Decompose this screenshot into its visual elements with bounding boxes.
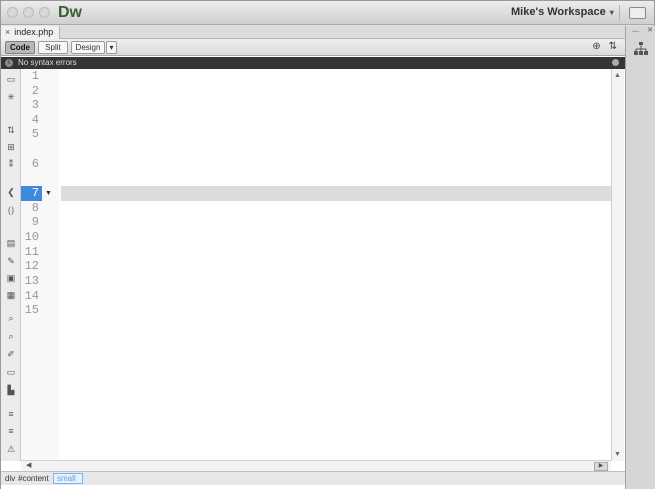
vertical-scrollbar[interactable]: ▲ ▼	[611, 69, 624, 461]
site-tree-icon[interactable]	[633, 42, 649, 56]
close-window-button[interactable]	[7, 7, 18, 18]
chevron-down-icon: ▾	[609, 8, 614, 17]
line-number: 5	[31, 127, 39, 141]
dreamweaver-window: Dw Mike's Workspace ▾ ▪▪▪▪ ✕ × index.php C…	[0, 0, 655, 489]
inspect-icon[interactable]: ⊕	[592, 41, 600, 52]
tab-close-icon[interactable]: ×	[5, 27, 10, 37]
collapse-selection-icon[interactable]: ⇅	[5, 124, 17, 136]
line-number: 12	[24, 259, 39, 273]
code-editor[interactable]	[61, 69, 614, 461]
wrap-tag-icon[interactable]: ⌕	[5, 330, 17, 342]
scroll-right-icon[interactable]: ▶	[594, 462, 608, 471]
syntax-error-icon[interactable]: ✎	[5, 255, 17, 267]
document-window: × index.php Code Split Design ▾ ⊕ ⇅ i No …	[1, 26, 625, 489]
title-divider	[619, 5, 620, 21]
format-source-icon[interactable]: ⚠	[5, 443, 17, 455]
tag-selector-small[interactable]: small	[53, 473, 83, 484]
document-toolbar: Code Split Design ▾ ⊕ ⇅	[1, 39, 625, 56]
fold-toggle-icon[interactable]: ▼	[45, 186, 52, 201]
right-panel-dock: ▪▪▪▪ ✕	[625, 26, 655, 489]
document-tab[interactable]: × index.php	[1, 26, 61, 39]
open-documents-icon[interactable]: ▭	[5, 73, 17, 85]
panel-close-icon[interactable]: ✕	[647, 26, 653, 34]
split-view-button[interactable]: Split	[38, 41, 68, 54]
toolbar-right-icons: ⊕ ⇅	[592, 41, 617, 52]
scroll-left-icon[interactable]: ◀	[26, 461, 31, 469]
line-number: 9	[31, 215, 39, 229]
sort-icon[interactable]: ⇅	[609, 41, 617, 52]
line-number: 13	[24, 274, 39, 288]
zoom-window-button[interactable]	[39, 7, 50, 18]
current-line-highlight	[61, 186, 614, 201]
line-number: 6	[31, 157, 39, 171]
view-dropdown-button[interactable]: ▾	[106, 41, 117, 54]
recent-snippets-icon[interactable]: ✐	[5, 348, 17, 360]
collapse-tag-icon[interactable]: ✳	[5, 91, 17, 103]
coding-toolbar: ▭ ✳ ⇅ ⊞ ⁑ ❮ ⟮⟯ ▤ ✎ ▣ ▦ ⌕ ⌕ ✐ ▭ ▙ ≡ ≡ ⚠	[1, 69, 21, 461]
minimize-window-button[interactable]	[23, 7, 34, 18]
line-number: 11	[24, 245, 39, 259]
line-number: 3	[31, 98, 39, 112]
syntax-status-bar: i No syntax errors	[1, 57, 625, 69]
line-numbers-icon[interactable]: ⟮⟯	[5, 204, 17, 216]
tag-selector-content[interactable]: #content	[18, 472, 49, 485]
workspace-switcher[interactable]: Mike's Workspace ▾	[511, 6, 614, 18]
info-icon: i	[5, 59, 13, 67]
line-number: 4	[31, 113, 39, 127]
status-close-icon[interactable]	[612, 59, 619, 66]
scroll-down-icon[interactable]: ▼	[614, 451, 621, 458]
line-number: 14	[24, 289, 39, 303]
move-css-icon[interactable]: ▭	[5, 366, 17, 378]
line-number: 2	[31, 84, 39, 98]
apply-comment-icon[interactable]: ▦	[5, 289, 17, 301]
code-view-button[interactable]: Code	[5, 41, 35, 54]
app-logo: Dw	[58, 4, 82, 21]
document-tab-bar: × index.php	[1, 26, 625, 39]
horizontal-scrollbar[interactable]: ◀ ▶	[21, 460, 611, 471]
tag-selector-bar: div #content small	[1, 471, 625, 485]
window-controls	[7, 7, 50, 18]
syntax-status-text: No syntax errors	[18, 58, 77, 67]
tab-filename: index.php	[14, 27, 54, 37]
line-number: 8	[31, 201, 39, 215]
expand-all-icon[interactable]: ⊞	[5, 141, 17, 153]
line-number: 15	[24, 303, 39, 317]
panel-toggle-button[interactable]	[629, 7, 646, 19]
line-number: 1	[31, 69, 39, 83]
current-line-number: 7	[21, 186, 42, 201]
design-view-button[interactable]: Design	[71, 41, 105, 54]
panel-grip-icon[interactable]: ▪▪▪▪	[632, 29, 639, 35]
tag-selector-div[interactable]: div	[5, 472, 15, 485]
highlight-invalid-icon[interactable]: ▤	[5, 237, 17, 249]
title-bar: Dw Mike's Workspace ▾	[1, 1, 654, 25]
word-wrap-icon[interactable]: ▣	[5, 272, 17, 284]
line-number: 10	[24, 230, 39, 244]
indent-icon[interactable]: ≡	[5, 408, 17, 420]
chart-icon[interactable]: ▙	[5, 384, 17, 396]
remove-comment-icon[interactable]: ⌕	[5, 312, 17, 324]
line-number-gutter: 1 2 3 4 5 6 7 ▼ 8 9 10 11 12 13 14 15	[21, 69, 59, 461]
outdent-icon[interactable]: ≡	[5, 425, 17, 437]
scroll-up-icon[interactable]: ▲	[614, 72, 621, 79]
select-parent-tag-icon[interactable]: ⁑	[5, 158, 17, 170]
balance-braces-icon[interactable]: ❮	[5, 186, 17, 198]
workspace-label: Mike's Workspace	[511, 6, 606, 18]
